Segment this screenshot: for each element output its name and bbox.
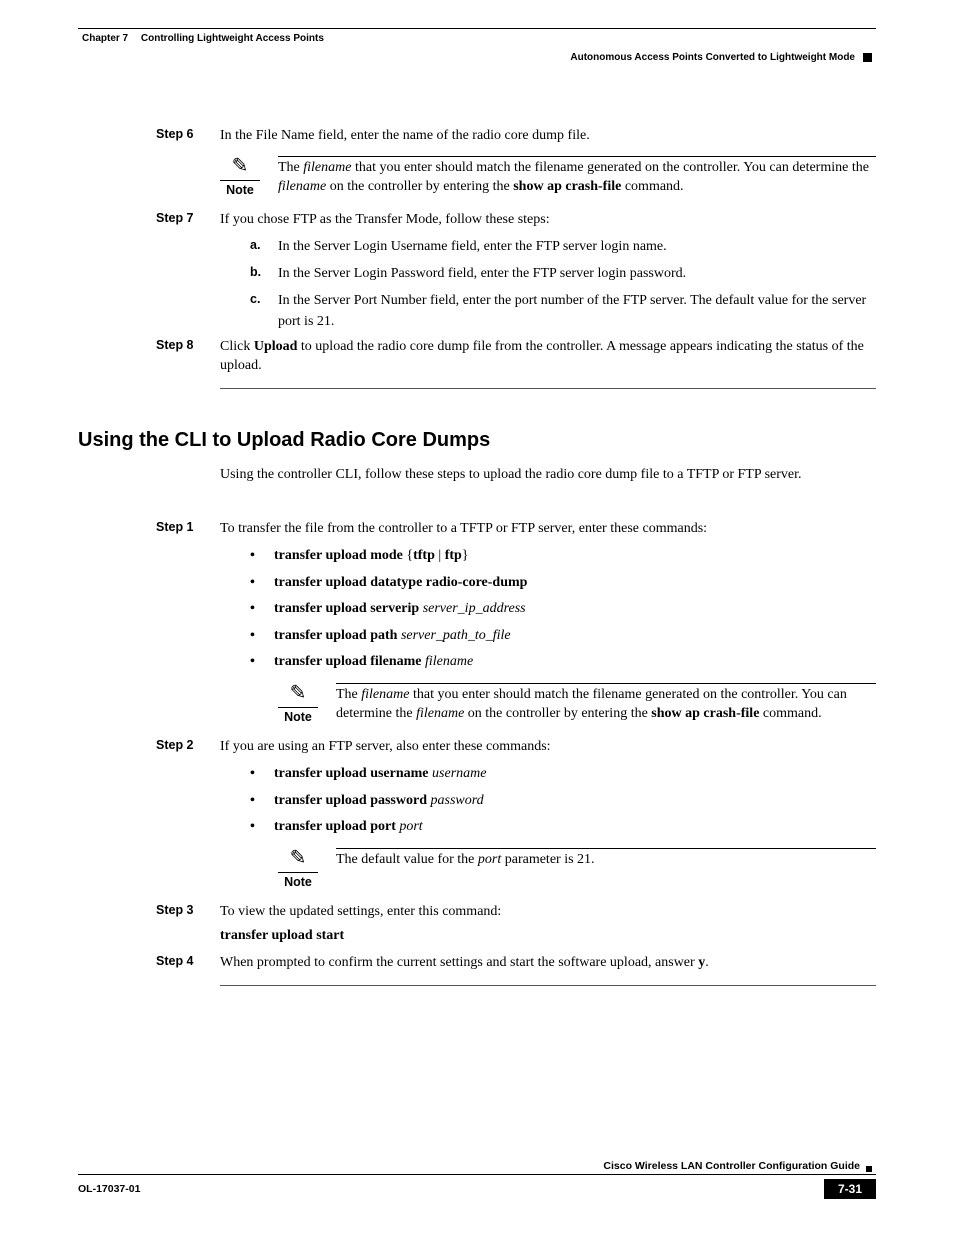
- chapter-header: Chapter 7 Controlling Lightweight Access…: [78, 33, 876, 46]
- step-text: If you chose FTP as the Transfer Mode, f…: [220, 211, 876, 230]
- list-item: •transfer upload serverip server_ip_addr…: [250, 598, 876, 620]
- step-6: Step 6 In the File Name field, enter the…: [78, 127, 876, 146]
- section-divider: [220, 388, 876, 389]
- note-icon: ✎: [232, 156, 249, 176]
- step-text: If you are using an FTP server, also ent…: [220, 738, 876, 757]
- note-text: The filename that you enter should match…: [278, 156, 876, 197]
- b-step-4: Step 4 When prompted to confirm the curr…: [78, 954, 876, 973]
- section-divider: [220, 985, 876, 986]
- step-label: Step 6: [78, 127, 220, 141]
- list-item: •transfer upload mode {tftp | ftp}: [250, 545, 876, 567]
- page-footer: Cisco Wireless LAN Controller Configurat…: [78, 1160, 876, 1199]
- step-text: In the File Name field, enter the name o…: [220, 127, 876, 146]
- breadcrumb: Autonomous Access Points Converted to Li…: [570, 52, 855, 63]
- substep-b: b.In the Server Login Password field, en…: [250, 263, 876, 284]
- list-item: •transfer upload filename filename: [250, 651, 876, 673]
- step-label: Step 2: [78, 738, 220, 752]
- note-icon: ✎: [290, 848, 307, 868]
- list-item: •transfer upload password password: [250, 790, 876, 812]
- step1-commands: •transfer upload mode {tftp | ftp} •tran…: [250, 545, 876, 673]
- list-item: •transfer upload username username: [250, 763, 876, 785]
- page: Chapter 7 Controlling Lightweight Access…: [0, 0, 954, 986]
- note-text: The filename that you enter should match…: [336, 683, 876, 724]
- step-7-substeps: a.In the Server Login Username field, en…: [250, 236, 876, 332]
- substep-a: a.In the Server Login Username field, en…: [250, 236, 876, 257]
- chapter-label: Chapter 7: [82, 33, 128, 44]
- step-label: Step 8: [78, 338, 220, 352]
- list-item: •transfer upload datatype radio-core-dum…: [250, 572, 876, 594]
- content-body: Step 6 In the File Name field, enter the…: [78, 67, 876, 986]
- step-text: To transfer the file from the controller…: [220, 520, 876, 539]
- b-step-2: Step 2 If you are using an FTP server, a…: [78, 738, 876, 757]
- note-step2: ✎ Note The default value for the port pa…: [278, 848, 876, 889]
- page-number: 7-31: [824, 1179, 876, 1199]
- note-label: Note: [284, 708, 312, 724]
- b-step-1: Step 1 To transfer the file from the con…: [78, 520, 876, 539]
- step-8: Step 8 Click Upload to upload the radio …: [78, 338, 876, 376]
- step-label: Step 3: [78, 903, 220, 917]
- note-step1: ✎ Note The filename that you enter shoul…: [278, 683, 876, 724]
- step-text: To view the updated settings, enter this…: [220, 903, 876, 922]
- list-item: •transfer upload port port: [250, 816, 876, 838]
- note-label: Note: [284, 873, 312, 889]
- substep-c: c.In the Server Port Number field, enter…: [250, 290, 876, 332]
- step-7: Step 7 If you chose FTP as the Transfer …: [78, 211, 876, 230]
- list-item: •transfer upload path server_path_to_fil…: [250, 625, 876, 647]
- note-step6: ✎ Note The filename that you enter shoul…: [220, 156, 876, 197]
- footer-doc-id: OL-17037-01: [78, 1183, 140, 1195]
- step-label: Step 1: [78, 520, 220, 534]
- step-label: Step 4: [78, 954, 220, 968]
- note-label: Note: [226, 181, 254, 197]
- header-square-icon: [863, 53, 872, 62]
- step-label: Step 7: [78, 211, 220, 225]
- footer-square-icon: [866, 1166, 872, 1172]
- section-title: Using the CLI to Upload Radio Core Dumps: [78, 429, 876, 452]
- note-text: The default value for the port parameter…: [336, 848, 876, 870]
- footer-guide-title: Cisco Wireless LAN Controller Configurat…: [603, 1160, 860, 1172]
- section-intro: Using the controller CLI, follow these s…: [220, 466, 876, 485]
- chapter-title: Controlling Lightweight Access Points: [141, 33, 324, 44]
- b-step-3: Step 3 To view the updated settings, ent…: [78, 903, 876, 922]
- note-icon: ✎: [290, 683, 307, 703]
- step3-command: transfer upload start: [220, 928, 876, 944]
- step-text: Click Upload to upload the radio core du…: [220, 338, 876, 376]
- page-header: Chapter 7 Controlling Lightweight Access…: [78, 28, 876, 67]
- step-text: When prompted to confirm the current set…: [220, 954, 876, 973]
- step2-commands: •transfer upload username username •tran…: [250, 763, 876, 838]
